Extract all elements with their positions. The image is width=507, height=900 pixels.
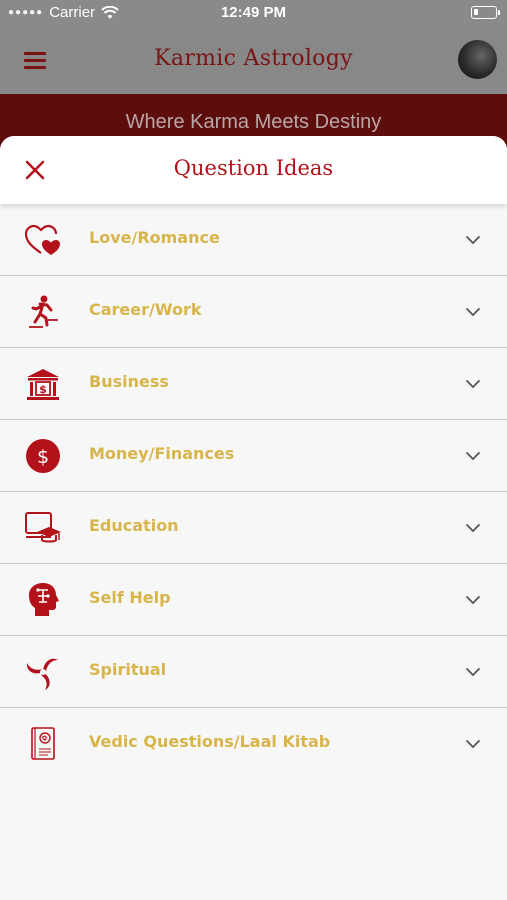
- battery-icon: [471, 6, 500, 19]
- status-bar: ●●●●● Carrier 12:49 PM: [0, 0, 507, 26]
- svg-text:$: $: [37, 446, 49, 468]
- chevron-down-icon: [466, 380, 480, 389]
- question-ideas-sheet: Question Ideas Love/Romance Career/Work: [0, 136, 507, 900]
- category-label: Career/Work: [89, 300, 202, 319]
- chevron-down-icon: [466, 524, 480, 533]
- swirl-icon: [26, 658, 58, 690]
- chevron-down-icon: [466, 452, 480, 461]
- tagline: Where Karma Meets Destiny: [125, 111, 382, 133]
- category-love-romance[interactable]: Love/Romance: [0, 204, 507, 276]
- category-label: Spiritual: [89, 660, 167, 679]
- hearts-icon: [24, 224, 60, 255]
- running-person-icon: [29, 295, 58, 328]
- category-list: Love/Romance Career/Work $ Business $ Mo…: [0, 204, 507, 780]
- category-label: Love/Romance: [89, 228, 220, 247]
- category-money-finances[interactable]: $ Money/Finances: [0, 420, 507, 492]
- category-vedic-questions[interactable]: Vedic Questions/Laal Kitab: [0, 708, 507, 780]
- category-label: Self Help: [89, 588, 171, 607]
- chevron-down-icon: [466, 668, 480, 677]
- category-self-help[interactable]: Self Help: [0, 564, 507, 636]
- sheet-header: Question Ideas: [0, 136, 507, 204]
- chevron-down-icon: [466, 236, 480, 245]
- category-label: Education: [89, 516, 179, 535]
- avatar[interactable]: [458, 40, 497, 79]
- svg-text:$: $: [39, 383, 47, 396]
- book-icon: [31, 727, 55, 760]
- category-label: Money/Finances: [89, 444, 235, 463]
- category-education[interactable]: Education: [0, 492, 507, 564]
- app-title: Karmic Astrology: [154, 46, 353, 71]
- chevron-down-icon: [466, 740, 480, 749]
- category-spiritual[interactable]: Spiritual: [0, 636, 507, 708]
- sheet-title: Question Ideas: [173, 156, 334, 180]
- status-time: 12:49 PM: [220, 4, 287, 21]
- dollar-icon: $: [26, 439, 60, 473]
- graduation-laptop-icon: [25, 512, 61, 543]
- chevron-down-icon: [466, 308, 480, 317]
- chevron-down-icon: [466, 596, 480, 605]
- app-header: Karmic Astrology: [0, 26, 507, 94]
- category-label: Vedic Questions/Laal Kitab: [89, 732, 331, 751]
- category-career-work[interactable]: Career/Work: [0, 276, 507, 348]
- category-business[interactable]: $ Business: [0, 348, 507, 420]
- category-label: Business: [89, 372, 169, 391]
- head-icon: [29, 583, 59, 616]
- bank-icon: $: [27, 369, 59, 400]
